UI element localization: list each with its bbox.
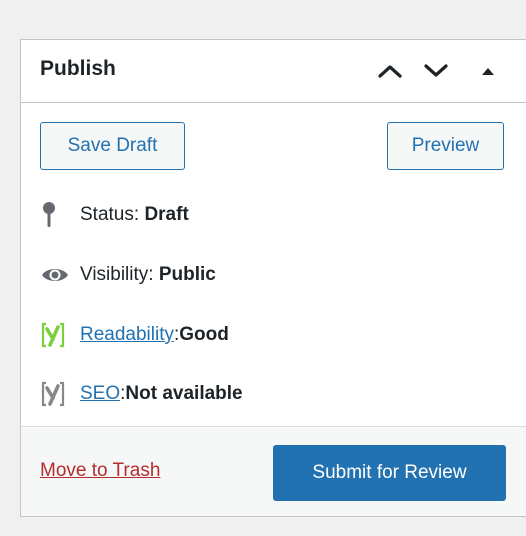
yoast-icon <box>40 320 70 350</box>
publish-box-header: Publish <box>21 40 526 103</box>
visibility-row: Visibility: Public <box>40 260 216 290</box>
move-down-button[interactable] <box>419 54 453 88</box>
publish-box: Publish Save Draft Preview Status: Draft <box>20 39 526 517</box>
readability-link[interactable]: Readability <box>80 324 174 346</box>
status-value: Draft <box>144 204 189 225</box>
pin-icon <box>40 200 70 230</box>
readability-row: Readability: Good <box>40 320 229 350</box>
seo-link[interactable]: SEO <box>80 383 120 405</box>
move-to-trash-link[interactable]: Move to Trash <box>40 460 160 482</box>
chevron-down-icon <box>424 64 448 77</box>
seo-row: SEO: Not available <box>40 379 243 409</box>
seo-value: Not available <box>125 383 243 404</box>
chevron-up-icon <box>378 65 402 78</box>
status-row: Status: Draft <box>40 200 189 230</box>
eye-icon <box>40 260 70 290</box>
preview-button[interactable]: Preview <box>387 122 504 170</box>
visibility-label: Visibility: <box>80 264 154 285</box>
caret-up-icon <box>482 68 494 75</box>
toggle-panel-button[interactable] <box>471 54 505 88</box>
status-label: Status: <box>80 204 140 225</box>
visibility-value: Public <box>158 264 216 285</box>
move-up-button[interactable] <box>373 54 407 88</box>
publish-box-title: Publish <box>40 57 116 80</box>
major-publishing-actions: Move to Trash Submit for Review <box>21 426 526 516</box>
save-draft-button[interactable]: Save Draft <box>40 122 185 170</box>
yoast-icon <box>40 379 70 409</box>
submit-for-review-button[interactable]: Submit for Review <box>273 445 506 501</box>
readability-value: Good <box>179 324 229 345</box>
